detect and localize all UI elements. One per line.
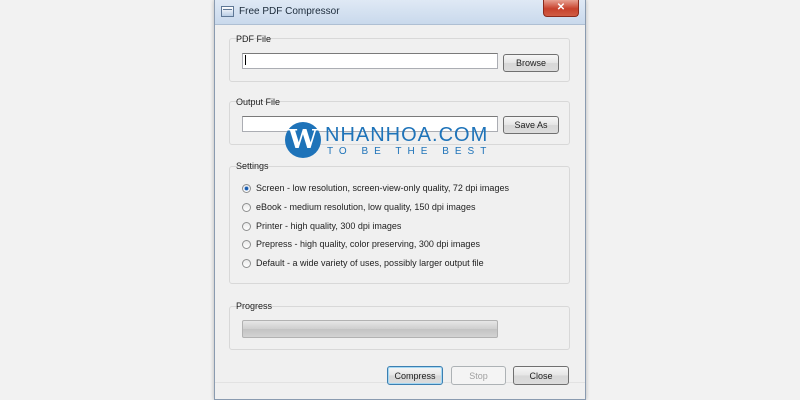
text-caret <box>245 55 246 65</box>
radio-option-label: Default - a wide variety of uses, possib… <box>256 258 484 268</box>
compress-button[interactable]: Compress <box>387 366 443 385</box>
radio-option-label: Prepress - high quality, color preservin… <box>256 239 480 249</box>
radio-button[interactable] <box>242 183 251 193</box>
output-file-label: Output File <box>236 97 281 107</box>
window-app-icon <box>221 6 234 17</box>
radio-option-default[interactable]: Default - a wide variety of uses, possib… <box>242 257 484 269</box>
radio-button[interactable] <box>242 258 251 268</box>
save-as-button[interactable]: Save As <box>503 116 559 134</box>
browse-button[interactable]: Browse <box>503 54 559 72</box>
radio-option-screen[interactable]: Screen - low resolution, screen-view-onl… <box>242 182 509 194</box>
progress-label: Progress <box>236 301 273 311</box>
pdf-file-label: PDF File <box>236 34 272 44</box>
radio-option-label: Printer - high quality, 300 dpi images <box>256 221 402 231</box>
radio-option-label: eBook - medium resolution, low quality, … <box>256 202 476 212</box>
radio-option-prepress[interactable]: Prepress - high quality, color preservin… <box>242 238 480 250</box>
watermark-slogan: TO BE THE BEST <box>327 146 493 157</box>
radio-option-ebook[interactable]: eBook - medium resolution, low quality, … <box>242 201 475 213</box>
radio-option-label: Screen - low resolution, screen-view-onl… <box>256 183 509 193</box>
watermark: W NHANHOA.COM TO BE THE BEST <box>285 122 489 164</box>
watermark-brand: NHANHOA.COM <box>325 124 489 146</box>
window-close-button[interactable]: ✕ <box>543 0 579 17</box>
pdf-file-input[interactable] <box>242 53 498 69</box>
progress-bar <box>242 320 498 338</box>
radio-option-printer[interactable]: Printer - high quality, 300 dpi images <box>242 220 401 232</box>
radio-button[interactable] <box>242 239 251 249</box>
settings-label: Settings <box>236 161 269 171</box>
watermark-logo-icon: W <box>285 122 321 158</box>
close-icon: ✕ <box>556 2 566 13</box>
stop-button[interactable]: Stop <box>451 366 506 385</box>
radio-button[interactable] <box>242 202 251 212</box>
radio-button[interactable] <box>242 221 251 231</box>
title-bar[interactable]: Free PDF Compressor ✕ <box>215 0 585 25</box>
window-title: Free PDF Compressor <box>239 6 340 17</box>
close-button[interactable]: Close <box>513 366 569 385</box>
